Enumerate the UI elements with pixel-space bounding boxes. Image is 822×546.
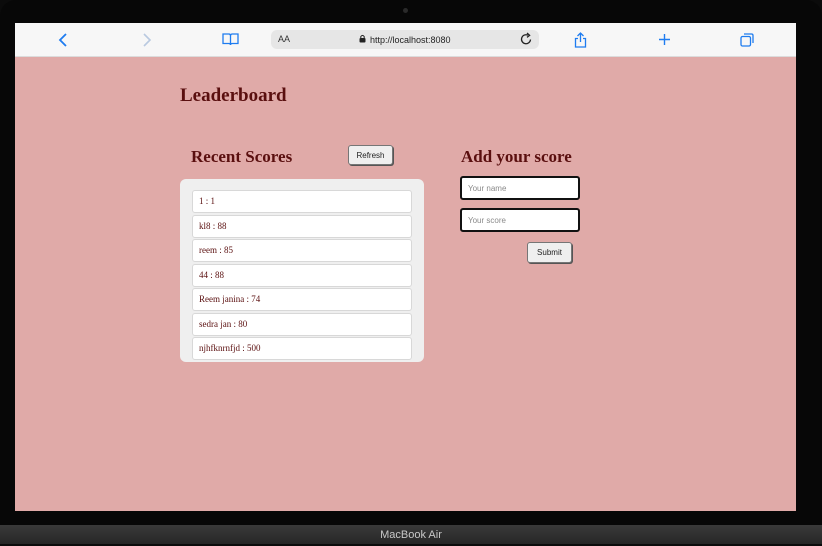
score-item: sedra jan : 80 <box>192 312 412 336</box>
laptop-bezel: AA http://localhost:8080 Leaderboard Rec… <box>0 0 822 525</box>
recent-scores-heading: Recent Scores <box>191 147 293 166</box>
score-list: 1 : 1 kl8 : 88 reem : 85 44 : 88 Reem janina… <box>192 190 412 362</box>
scores-panel: 1 : 1 kl8 : 88 reem : 85 44 : 88 Reem janina… <box>180 179 424 362</box>
url-text: http://localhost:8080 <box>370 34 451 45</box>
page-title: Leaderboard <box>180 85 287 106</box>
back-icon[interactable] <box>55 23 71 56</box>
lock-icon <box>359 34 366 45</box>
score-input[interactable] <box>460 208 580 232</box>
browser-screen: AA http://localhost:8080 Leaderboard Rec… <box>15 23 796 511</box>
add-score-heading: Add your score <box>461 147 572 166</box>
name-input[interactable] <box>460 176 580 200</box>
forward-icon[interactable] <box>139 23 155 56</box>
refresh-button[interactable]: Refresh <box>348 145 393 165</box>
score-item: 1 : 1 <box>192 190 412 213</box>
device-label: MacBook Air <box>380 529 442 541</box>
score-item: kl8 : 88 <box>192 214 412 238</box>
score-item: 44 : 88 <box>192 263 412 287</box>
address-bar[interactable]: AA http://localhost:8080 <box>271 30 539 49</box>
score-item: reem : 85 <box>192 239 412 262</box>
submit-button[interactable]: Submit <box>527 242 572 263</box>
laptop-base: MacBook Air <box>0 525 822 544</box>
score-item: Reem janina : 74 <box>192 288 412 311</box>
new-tab-icon[interactable] <box>655 23 673 56</box>
share-icon[interactable] <box>571 23 589 56</box>
reader-button[interactable]: AA <box>278 30 290 49</box>
camera-icon <box>403 8 408 13</box>
bookmarks-icon[interactable] <box>220 23 240 56</box>
tabs-overview-icon[interactable] <box>738 23 756 56</box>
reload-icon[interactable] <box>520 32 533 51</box>
score-item: njhfknrnfjd : 500 <box>192 337 412 360</box>
browser-toolbar: AA http://localhost:8080 <box>15 23 796 57</box>
